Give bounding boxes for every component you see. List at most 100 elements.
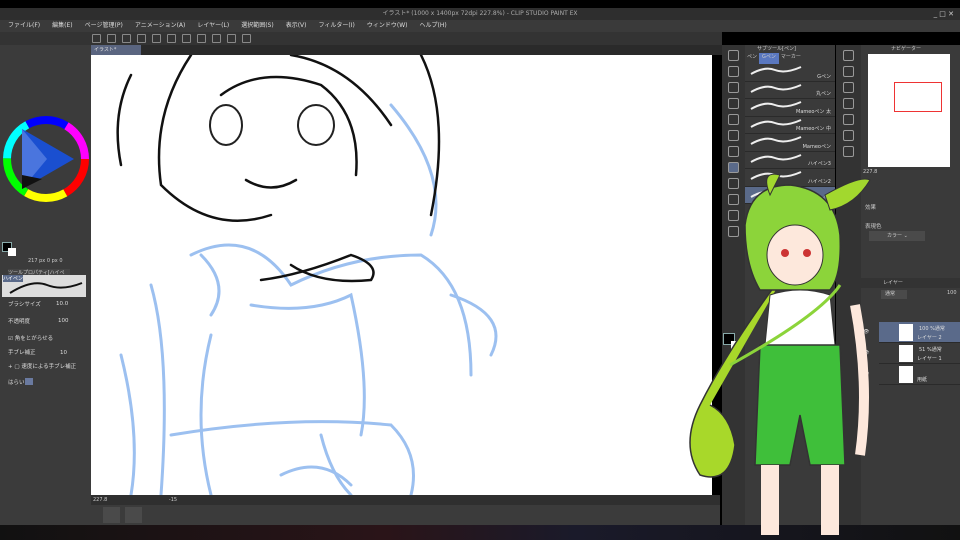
drawing-canvas[interactable] — [91, 55, 712, 495]
brush-item[interactable]: Mameoペン — [745, 134, 835, 152]
blend-mode-select[interactable]: 通常 — [881, 290, 907, 299]
speed-stabilization-label: 速度による手ブレ補正 — [21, 364, 77, 370]
sub-color-swatch[interactable] — [8, 248, 16, 256]
brush-stroke-preview — [750, 136, 802, 145]
layer-name: レイヤー 1 — [917, 356, 942, 362]
bottom-bar — [0, 505, 720, 525]
opacity-label: 不透明度 — [8, 319, 31, 325]
subtool-tab-marker[interactable]: マーカー — [781, 53, 801, 64]
layer-mode: 51 %通常 — [919, 347, 942, 353]
panel-icon[interactable] — [843, 98, 854, 109]
sharpen-label: 角をとがらせる — [14, 336, 54, 342]
rotate-tool-icon[interactable] — [728, 82, 739, 93]
brush-item[interactable]: Mameoペン 太 — [745, 99, 835, 117]
layer-mode: 100 %通常 — [919, 326, 945, 332]
navigator-preview[interactable] — [868, 54, 950, 167]
subtool-tab-gpen[interactable]: Gペン — [759, 53, 779, 64]
layer-name: 用紙 — [917, 377, 928, 383]
canvas-tabs: イラスト* — [91, 45, 722, 55]
menu-filter[interactable]: フィルター(I) — [319, 20, 355, 32]
mascot-character — [689, 173, 871, 535]
subtool-title: サブツール[ペン] — [757, 46, 796, 52]
brush-item[interactable]: Mameoペン 中 — [745, 117, 835, 134]
ruler-icon[interactable] — [227, 34, 236, 43]
brush-stroke-preview — [750, 83, 802, 93]
menu-edit[interactable]: 編集(E) — [52, 20, 72, 32]
layer-thumbnail — [899, 366, 913, 383]
brush-label: Mameoペン 中 — [796, 126, 831, 132]
brush-name: ハイペン — [3, 275, 23, 282]
layer-row[interactable]: 👁 用紙 — [863, 364, 960, 385]
pen-tool-icon[interactable] — [728, 50, 739, 61]
brush-label: Gペン — [817, 73, 831, 80]
zoom-tool-icon[interactable] — [728, 66, 739, 77]
eyedropper-tool-icon[interactable] — [728, 146, 739, 157]
menu-layer[interactable]: レイヤー(L) — [197, 20, 229, 32]
panel-icon[interactable] — [843, 66, 854, 77]
taper-slider[interactable] — [25, 378, 33, 385]
subtool-tab-pen[interactable]: ペン — [747, 53, 757, 64]
layout-button[interactable] — [125, 507, 142, 523]
panel-icon[interactable] — [843, 114, 854, 125]
move-tool-icon[interactable] — [728, 98, 739, 109]
stabilization-label: 手ブレ補正 — [8, 350, 36, 356]
layer-list: 👁 100 %通常 レイヤー 2 👁 51 %通常 レイヤー 1 👁 用紙 — [863, 322, 960, 385]
panel-icon[interactable] — [843, 50, 854, 61]
expression-value: カラー — [887, 233, 903, 239]
brush-label: Mameoペン — [802, 143, 831, 150]
wand-tool-icon[interactable] — [728, 114, 739, 125]
zoom-readout[interactable]: 227.8 — [93, 497, 107, 503]
menu-help[interactable]: ヘルプ(H) — [419, 20, 446, 32]
layer-row[interactable]: 👁 100 %通常 レイヤー 2 — [863, 322, 960, 343]
layer-name: レイヤー 2 — [917, 335, 942, 341]
brush-label: 丸ペン — [815, 91, 831, 97]
menu-view[interactable]: 表示(V) — [286, 20, 307, 32]
canvas-status-bar: 227.8 -15 — [91, 495, 720, 505]
undo-icon[interactable] — [137, 34, 146, 43]
save-icon[interactable] — [122, 34, 131, 43]
sketch-artwork — [116, 55, 498, 495]
timeline-button[interactable] — [103, 507, 120, 523]
fill-icon[interactable] — [182, 34, 191, 43]
panel-icon[interactable] — [843, 130, 854, 141]
brush-item[interactable]: Gペン — [745, 64, 835, 82]
layer-opacity[interactable]: 100 — [947, 290, 957, 296]
opacity-value[interactable]: 100 — [58, 318, 69, 324]
brush-preview: ハイペン — [2, 275, 86, 297]
lasso-tool-icon[interactable] — [728, 130, 739, 141]
menu-animation[interactable]: アニメーション(A) — [135, 20, 186, 32]
clear-icon[interactable] — [167, 34, 176, 43]
menu-selection[interactable]: 選択範囲(S) — [241, 20, 274, 32]
stabilization-value[interactable]: 10 — [60, 350, 67, 356]
snap-icon[interactable] — [212, 34, 221, 43]
color-wheel[interactable] — [2, 115, 90, 203]
panel-icon[interactable] — [843, 82, 854, 93]
brush-stroke-preview — [750, 66, 802, 75]
title-bar: イラスト* (1000 x 1400px 72dpi 227.8%) - CLI… — [0, 8, 960, 20]
left-panel: 217 px 0 px 0 ツールプロパティ[ハイペン] ハイペン ブラシサイズ… — [0, 45, 91, 525]
info-readout: 217 px 0 px 0 — [28, 258, 63, 264]
menu-file[interactable]: ファイル(F) — [8, 20, 40, 32]
speed-stabilization-toggle[interactable]: + ▢ 速度による手ブレ補正 — [8, 362, 76, 370]
transform-icon[interactable] — [197, 34, 206, 43]
sharpen-checkbox[interactable]: ☑ 角をとがらせる — [8, 334, 53, 342]
panel-icon[interactable] — [843, 146, 854, 157]
menu-page[interactable]: ページ管理(P) — [85, 20, 123, 32]
new-icon[interactable] — [92, 34, 101, 43]
brush-size-label: ブラシサイズ — [8, 302, 41, 308]
menu-window[interactable]: ウィンドウ(W) — [367, 20, 408, 32]
brush-label: Mameoペン 太 — [796, 108, 831, 115]
redo-icon[interactable] — [152, 34, 161, 43]
brush-size-value[interactable]: 10.0 — [56, 301, 68, 307]
window-title: イラスト* (1000 x 1400px 72dpi 227.8%) - CLI… — [382, 10, 578, 17]
help-icon[interactable] — [242, 34, 251, 43]
open-icon[interactable] — [107, 34, 116, 43]
layer-thumbnail — [899, 345, 913, 362]
tab-label: イラスト* — [94, 47, 117, 53]
layer-row[interactable]: 👁 51 %通常 レイヤー 1 — [863, 343, 960, 364]
rotation-readout[interactable]: -15 — [169, 497, 177, 503]
window-controls[interactable]: _ □ ✕ — [934, 8, 954, 20]
brush-item[interactable]: 丸ペン — [745, 82, 835, 99]
navigator-viewport[interactable] — [894, 82, 942, 112]
tab-illust[interactable]: イラスト* — [91, 45, 141, 55]
